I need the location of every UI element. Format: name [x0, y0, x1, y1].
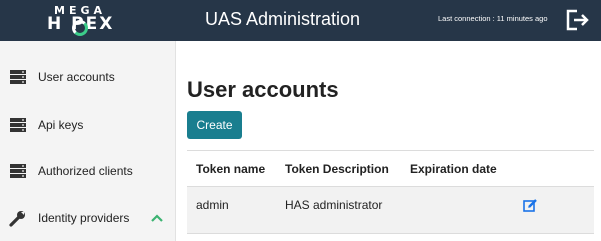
logo-ring-icon [72, 20, 88, 36]
server-icon [9, 162, 27, 180]
server-icon [9, 68, 27, 86]
sidebar: User accounts Api keys Authorized client… [0, 41, 176, 241]
wrench-icon [9, 209, 27, 227]
last-connection-text: Last connection : 11 minutes ago [438, 14, 548, 23]
app-title: UAS Administration [205, 9, 361, 29]
logout-icon[interactable] [565, 9, 589, 31]
column-header-expiration-date: Expiration date [410, 162, 497, 176]
top-bar: MEGA H PEX UAS Administration Last conne… [0, 0, 601, 41]
sidebar-item-label: User accounts [38, 70, 115, 84]
cell-token-name: admin [196, 198, 229, 212]
table-header: Token name Token Description Expiration … [187, 150, 594, 187]
edit-icon[interactable] [523, 198, 538, 213]
mega-hopex-logo: MEGA H PEX [47, 3, 133, 37]
server-icon [9, 116, 27, 134]
sidebar-item-identity-providers[interactable]: Identity providers [0, 196, 175, 241]
cell-token-description: HAS administrator [285, 198, 383, 212]
column-header-token-description: Token Description [285, 162, 389, 176]
table-row: admin HAS administrator [187, 187, 594, 234]
chevron-up-icon[interactable] [150, 211, 164, 225]
sidebar-item-label: Identity providers [38, 211, 130, 225]
column-header-token-name: Token name [196, 162, 266, 176]
sidebar-item-api-keys[interactable]: Api keys [0, 103, 175, 149]
sidebar-item-label: Authorized clients [38, 164, 133, 178]
sidebar-item-authorized-clients[interactable]: Authorized clients [0, 149, 175, 195]
sidebar-item-label: Api keys [38, 118, 84, 132]
sidebar-item-user-accounts[interactable]: User accounts [0, 55, 175, 101]
page-title: User accounts [187, 77, 339, 102]
create-button[interactable]: Create [187, 111, 242, 139]
